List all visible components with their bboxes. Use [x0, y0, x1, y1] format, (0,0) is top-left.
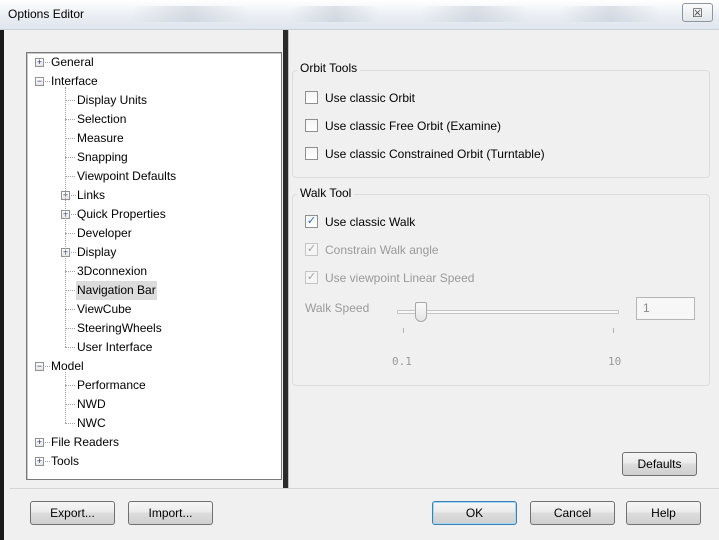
panel-splitter-edge — [288, 30, 291, 488]
expand-icon[interactable]: + — [35, 457, 44, 466]
tree-item-label: Measure — [77, 131, 124, 145]
walk-speed-slider-track[interactable] — [397, 310, 619, 314]
checkbox-box[interactable] — [305, 91, 318, 104]
defaults-button[interactable]: Defaults — [622, 452, 697, 476]
title-bar-blur — [290, 6, 380, 22]
tree-connector — [65, 138, 75, 139]
cancel-button[interactable]: Cancel — [530, 501, 615, 525]
tree-item-label: Links — [77, 188, 106, 202]
tree-item-label: ViewCube — [77, 302, 132, 316]
tree-item-label: SteeringWheels — [77, 321, 162, 335]
tree-item[interactable]: + Tools — [27, 452, 281, 471]
checkbox-label: Use classic Orbit — [325, 91, 416, 105]
tree-item-label: User Interface — [77, 340, 153, 354]
tree-connector — [65, 347, 75, 348]
checkbox-box[interactable]: ✓ — [305, 215, 318, 228]
walk-tool-title: Walk Tool — [297, 186, 355, 200]
tree-item-label: Navigation Bar — [76, 281, 157, 300]
tree-connector — [65, 309, 75, 310]
import-button[interactable]: Import... — [128, 501, 213, 525]
tree-connector — [65, 233, 75, 234]
tree-item-label: General — [51, 55, 94, 69]
tree-item[interactable]: + File Readers — [27, 433, 281, 452]
title-bar-blur — [420, 6, 530, 22]
tree-connector — [65, 176, 75, 177]
walk-speed-input[interactable]: 1 — [636, 297, 695, 320]
checkbox-box[interactable] — [305, 119, 318, 132]
tree-connector — [65, 328, 75, 329]
tree-connector — [65, 100, 75, 101]
window-title: Options Editor — [8, 7, 85, 21]
walk-speed-slider-thumb[interactable] — [415, 302, 428, 322]
checkbox-box[interactable]: ✓ — [305, 243, 318, 256]
tree-connector — [65, 423, 75, 424]
collapse-icon[interactable]: − — [35, 362, 44, 371]
tree-connector — [65, 271, 75, 272]
tree-connector — [65, 119, 75, 120]
expand-icon[interactable]: + — [35, 438, 44, 447]
options-tree[interactable]: + General − Interface Display Units Selection… — [26, 52, 282, 480]
tree-item-label: File Readers — [51, 435, 120, 449]
bottom-divider — [10, 488, 719, 489]
checkbox-label: Use classic Walk — [325, 215, 416, 229]
tree-item-label: Interface — [51, 74, 98, 88]
tree-item-label: NWC — [77, 416, 106, 430]
tree-connector — [65, 385, 75, 386]
slider-tick — [403, 328, 404, 333]
tree-connector — [65, 404, 75, 405]
tree-item-label: 3Dconnexion — [77, 264, 148, 278]
checkbox-box[interactable] — [305, 147, 318, 160]
tree-item-label: Quick Properties — [77, 207, 166, 221]
close-icon: ☒ — [692, 5, 703, 20]
tree-item-label: NWD — [77, 397, 106, 411]
title-bar-blur — [130, 6, 250, 22]
slider-max-label: 10 — [608, 355, 622, 368]
walk-speed-label: Walk Speed — [305, 301, 370, 315]
close-button[interactable]: ☒ — [682, 3, 713, 22]
collapse-icon[interactable]: − — [35, 77, 44, 86]
title-bar[interactable]: Options Editor ☒ — [0, 0, 719, 30]
tree-item-label: Snapping — [77, 150, 128, 164]
tree-item-label: Developer — [77, 226, 132, 240]
tree-item-label: Tools — [51, 454, 80, 468]
ok-button[interactable]: OK — [432, 501, 517, 525]
tree-item-label: Model — [51, 359, 84, 373]
tree-item-label: Viewpoint Defaults — [77, 169, 177, 183]
checkbox-label: Use classic Constrained Orbit (Turntable… — [325, 147, 545, 161]
tree-item-label: Display — [77, 245, 117, 259]
export-button[interactable]: Export... — [30, 501, 115, 525]
orbit-tools-title: Orbit Tools — [297, 61, 361, 75]
help-button[interactable]: Help — [626, 501, 701, 525]
tree-connector — [65, 157, 75, 158]
tree-item-label: Display Units — [77, 93, 148, 107]
checkbox-label: Constrain Walk angle — [325, 243, 439, 257]
window-edge — [0, 30, 4, 540]
tree-item-label: Performance — [77, 378, 146, 392]
tree-connector — [65, 290, 75, 291]
slider-min-label: 0.1 — [392, 355, 412, 368]
tree-connector — [65, 372, 66, 423]
tree-item-label: Selection — [77, 112, 127, 126]
options-editor-window: Options Editor ☒ + General − Interface Displ… — [0, 0, 719, 540]
slider-tick — [613, 328, 614, 333]
tree-connector — [65, 87, 66, 347]
checkbox-box[interactable]: ✓ — [305, 271, 318, 284]
title-bar-blur — [560, 6, 660, 22]
tree-item[interactable]: + General — [27, 53, 281, 72]
expand-icon[interactable]: + — [35, 58, 44, 67]
checkbox-label: Use viewpoint Linear Speed — [325, 271, 475, 285]
checkbox-label: Use classic Free Orbit (Examine) — [325, 119, 502, 133]
